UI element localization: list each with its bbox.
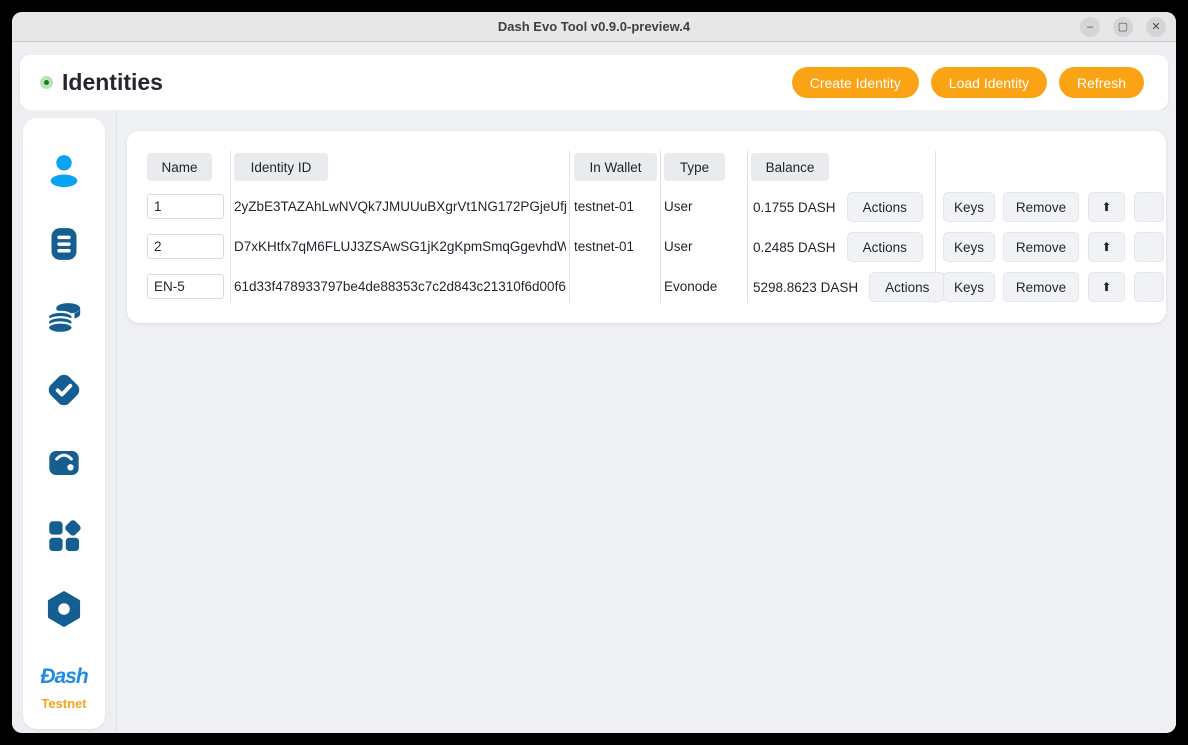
apps-grid-icon [49,520,81,552]
row-action-partial-button[interactable] [1134,232,1164,262]
sidebar-item-identities[interactable] [42,149,86,193]
row-action-partial-button[interactable] [1134,272,1164,302]
title-bar: Dash Evo Tool v0.9.0-preview.4 – ▢ ✕ [12,12,1176,42]
main-area: Name Identity ID In Wallet Type Balance … [117,110,1176,732]
header-identity-id[interactable]: Identity ID [234,153,328,181]
balance-cell: 5298.8623 DASH [753,279,859,295]
network-label: Testnet [41,696,87,711]
actions-button[interactable]: Actions [846,232,923,262]
balance-group: 0.2485 DASH Actions [753,232,935,262]
balance-group: 0.1755 DASH Actions [753,192,935,222]
create-identity-button[interactable]: Create Identity [791,67,919,98]
close-button[interactable]: ✕ [1146,17,1166,37]
keys-button[interactable]: Keys [943,192,995,222]
app-window: Dash Evo Tool v0.9.0-preview.4 – ▢ ✕ Ide… [12,12,1176,733]
content-area: Ðash Testnet Name Identity ID In Wallet … [12,110,1176,732]
table-row: 2yZbE3TAZAhLwNVQk7JMUUuBXgrVt1NG172PGjeU… [127,192,1166,222]
type-cell: User [664,199,693,214]
table-row: 61d33f478933797be4de88353c7c2d843c21310f… [127,272,1166,302]
minimize-button[interactable]: – [1080,17,1100,37]
in-wallet-cell: testnet-01 [574,199,635,214]
type-cell: User [664,239,693,254]
move-up-button[interactable]: ⬆ [1088,232,1125,262]
refresh-button[interactable]: Refresh [1058,67,1144,98]
user-icon [50,155,78,188]
maximize-button[interactable]: ▢ [1113,17,1133,37]
row-action-partial-button[interactable] [1134,192,1164,222]
move-up-button[interactable]: ⬆ [1088,272,1125,302]
coins-icon [46,303,81,334]
header-buttons: Create Identity Load Identity Refresh [791,67,1144,98]
header-wrap: Identities Create Identity Load Identity… [12,42,1176,110]
balance-group: 5298.8623 DASH Actions [753,272,946,302]
actions-button[interactable]: Actions [846,192,923,222]
header-type[interactable]: Type [664,153,725,181]
keys-button[interactable]: Keys [943,232,995,262]
identity-id-cell: D7xKHtfx7qM6FLUJ3ZSAwSG1jK2gKpmSmqGgevhd… [234,239,566,254]
table-row: D7xKHtfx7qM6FLUJ3ZSAwSG1jK2gKpmSmqGgevhd… [127,232,1166,262]
window-controls: – ▢ ✕ [1080,17,1166,37]
name-input[interactable] [147,194,224,219]
sidebar-item-contracts[interactable] [42,222,86,266]
identity-id-cell: 2yZbE3TAZAhLwNVQk7JMUUuBXgrVt1NG172PGjeU… [234,199,566,214]
window-title: Dash Evo Tool v0.9.0-preview.4 [497,19,691,34]
logo-block: Ðash Testnet [40,665,88,711]
wallet-icon [49,451,79,475]
sidebar: Ðash Testnet [23,118,105,729]
hexagon-nut-icon [47,591,81,627]
load-identity-button[interactable]: Load Identity [930,67,1047,98]
identity-id-cell: 61d33f478933797be4de88353c7c2d843c21310f… [234,279,566,294]
type-cell: Evonode [664,279,718,294]
name-input[interactable] [147,234,224,259]
move-up-button[interactable]: ⬆ [1088,192,1125,222]
document-icon [51,228,77,260]
status-dot-icon [40,76,53,89]
name-input[interactable] [147,274,224,299]
header-balance[interactable]: Balance [751,153,829,181]
sidebar-item-wallet[interactable] [42,441,86,485]
keys-button[interactable]: Keys [943,272,995,302]
check-badge-icon [48,374,80,406]
sidebar-item-tokens[interactable] [42,295,86,339]
sidebar-rail: Ðash Testnet [12,110,117,732]
balance-cell: 0.1755 DASH [753,199,836,215]
remove-button[interactable]: Remove [1003,192,1079,222]
balance-cell: 0.2485 DASH [753,239,836,255]
sidebar-item-tools[interactable] [42,587,86,631]
header-card: Identities Create Identity Load Identity… [20,55,1168,110]
remove-button[interactable]: Remove [1003,232,1079,262]
dash-logo: Ðash [40,665,88,688]
in-wallet-cell [574,272,658,302]
actions-button[interactable]: Actions [869,272,946,302]
page-title: Identities [62,69,163,95]
identities-table: Name Identity ID In Wallet Type Balance … [127,131,1166,323]
header-in-wallet[interactable]: In Wallet [574,153,657,181]
in-wallet-cell: testnet-01 [574,239,635,254]
header-name[interactable]: Name [147,153,212,181]
remove-button[interactable]: Remove [1003,272,1079,302]
sidebar-item-apps[interactable] [42,514,86,558]
sidebar-item-verified[interactable] [42,368,86,412]
